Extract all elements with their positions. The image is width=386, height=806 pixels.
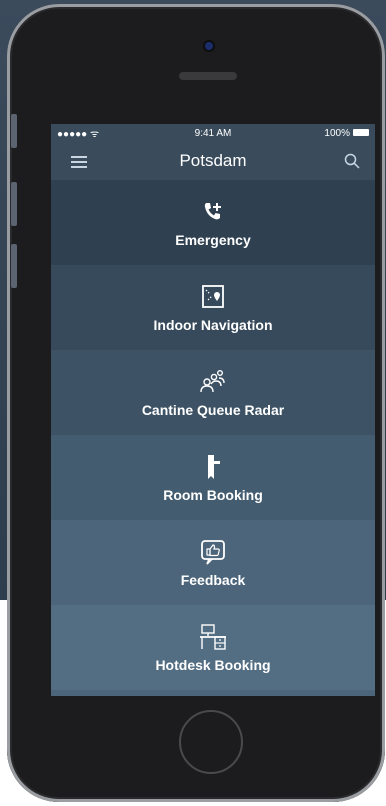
mute-switch bbox=[11, 114, 17, 148]
thumbs-up-icon bbox=[201, 540, 225, 565]
tile-indoor-navigation[interactable]: Indoor Navigation bbox=[51, 265, 375, 350]
tile-label: Emergency bbox=[175, 232, 251, 248]
navigation-bar: Potsdam bbox=[51, 142, 375, 180]
tile-hotdesk-booking[interactable]: Hotdesk Booking bbox=[51, 605, 375, 690]
tile-label: Cantine Queue Radar bbox=[141, 402, 285, 418]
tile-cantine-queue-radar[interactable]: Cantine Queue Radar bbox=[51, 350, 375, 435]
volume-down-button bbox=[11, 244, 17, 288]
search-icon[interactable] bbox=[343, 152, 361, 170]
people-icon bbox=[200, 370, 225, 393]
phone-plus-icon bbox=[204, 203, 221, 220]
earpiece-speaker bbox=[179, 72, 237, 80]
app-screen: ●●●●● ᯤ 9:41 AM 100% Potsdam Emergency I… bbox=[51, 124, 375, 696]
map-pin-icon bbox=[202, 285, 224, 308]
status-bar: ●●●●● ᯤ 9:41 AM 100% bbox=[51, 124, 375, 142]
tile-label: Feedback bbox=[180, 572, 246, 588]
tile-emergency[interactable]: Emergency bbox=[51, 180, 375, 265]
home-button[interactable] bbox=[179, 710, 243, 774]
tile-feedback[interactable]: Feedback bbox=[51, 520, 375, 605]
desk-icon bbox=[200, 624, 226, 650]
front-camera bbox=[205, 42, 213, 50]
page-title: Potsdam bbox=[179, 151, 247, 170]
feature-list: Emergency Indoor Navigation Cantine Queu… bbox=[51, 180, 375, 690]
door-handle-icon bbox=[208, 455, 220, 479]
tile-label: Room Booking bbox=[163, 487, 263, 503]
phone-frame: ●●●●● ᯤ 9:41 AM 100% Potsdam Emergency I… bbox=[7, 4, 385, 802]
tile-label: Hotdesk Booking bbox=[155, 657, 271, 673]
tile-label: Indoor Navigation bbox=[153, 317, 273, 333]
status-time: 9:41 AM bbox=[194, 127, 232, 139]
tile-room-booking[interactable]: Room Booking bbox=[51, 435, 375, 520]
volume-up-button bbox=[11, 182, 17, 226]
